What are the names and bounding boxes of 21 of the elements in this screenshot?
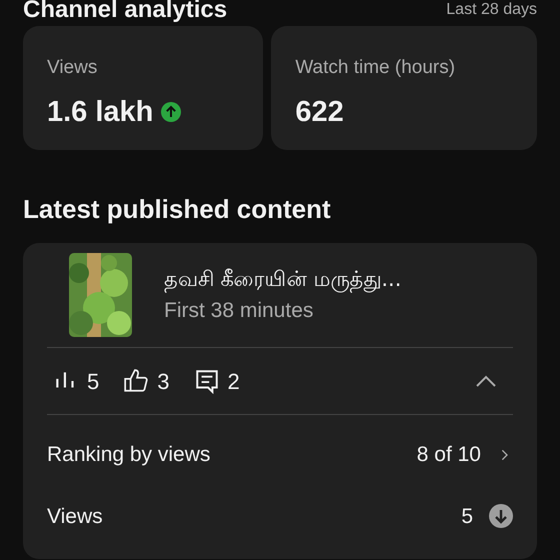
video-subtitle: First 38 minutes [164,298,314,324]
row-value: 8 of 10 [416,442,481,468]
trend-down-icon [489,504,513,528]
trend-up-icon [161,102,182,122]
row-value: 5 [461,504,473,530]
stat-count: 5 [87,368,100,396]
stat-count: 2 [228,368,240,396]
row-label: Ranking by views [47,442,212,468]
metric-label: Watch time (hours) [295,56,456,80]
summary-card[interactable]: Views 1.6 lakh [23,26,264,150]
metric-value: 1.6 lakh [47,94,154,130]
metric-label: Views [47,56,98,80]
section-heading: Latest published content [23,193,332,226]
comment-icon [194,368,220,394]
date-range[interactable]: Last 28 days [446,0,537,20]
stat-count: 3 [157,368,170,396]
metric-value: 622 [295,94,344,130]
video-title[interactable]: தவசி கீரையின் மருத்து... [164,264,402,295]
thumbs-up-icon [123,368,150,394]
row-label: Views [47,504,104,530]
summary-card[interactable]: Watch time (hours) 622 [271,26,537,150]
